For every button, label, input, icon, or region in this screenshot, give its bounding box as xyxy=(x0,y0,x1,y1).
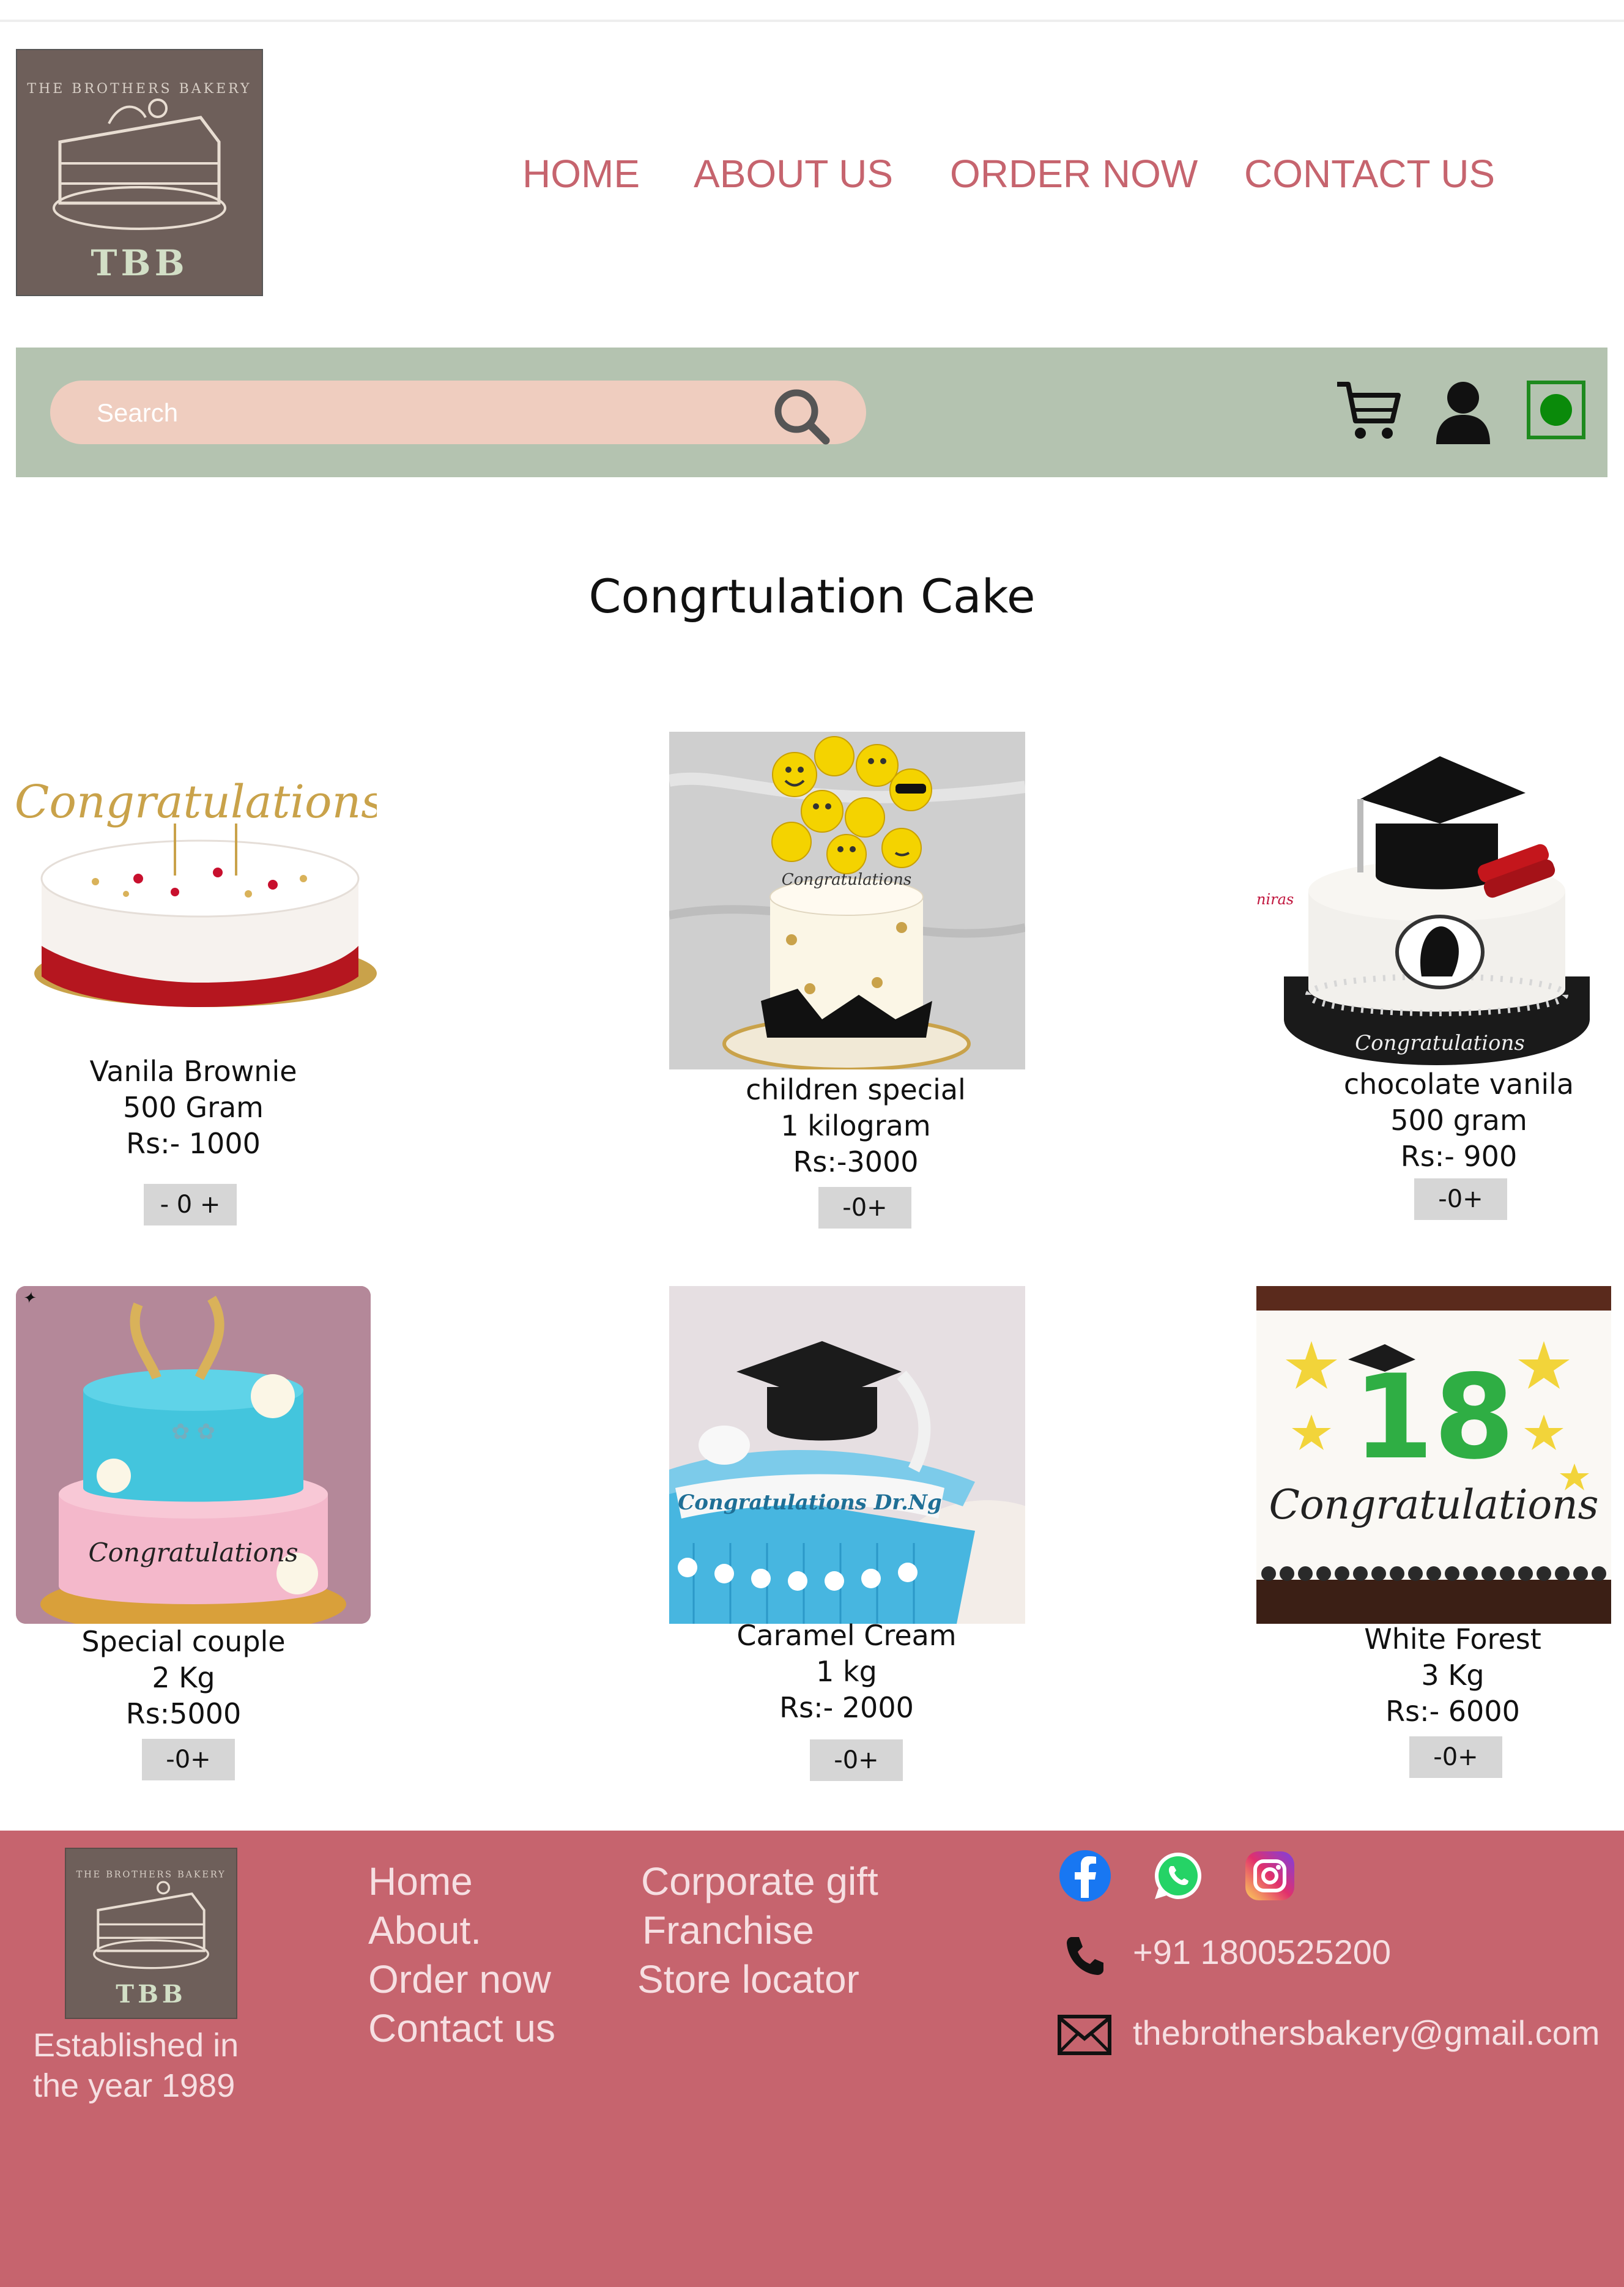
svg-text:Congratulations: Congratulations xyxy=(1355,1031,1525,1055)
svg-text:Congratulations: Congratulations xyxy=(1269,1481,1598,1528)
product-info-chocolate-vanila: chocolate vanila 500 gram Rs:- 900 xyxy=(1278,1066,1624,1175)
search-icon[interactable] xyxy=(771,385,832,447)
product-price: Rs:- 6000 xyxy=(1385,1695,1520,1728)
svg-text:✿ ✿: ✿ ✿ xyxy=(171,1419,215,1445)
product-image-children-special[interactable]: Congratulations xyxy=(669,732,1025,1069)
footer-link-home[interactable]: Home xyxy=(368,1859,473,1904)
product-image-white-forest[interactable]: 18 Congratulations xyxy=(1256,1286,1611,1624)
search-input[interactable] xyxy=(95,394,758,432)
user-account-icon[interactable] xyxy=(1434,381,1492,444)
veg-indicator-icon[interactable] xyxy=(1527,381,1585,439)
svg-text:Congratulations: Congratulations xyxy=(16,776,377,828)
logo-text: TBB xyxy=(91,242,188,284)
product-name: Special couple xyxy=(81,1625,286,1658)
product-price: Rs:- 2000 xyxy=(779,1691,914,1724)
footer-cake-slice-logo-icon: THE BROTHERS BAKERY xyxy=(76,1870,226,1969)
cake-slice-logo-icon: THE BROTHERS BAKERY xyxy=(27,81,251,230)
product-name: children special xyxy=(746,1073,966,1106)
footer-link-about[interactable]: About. xyxy=(368,1908,481,1953)
product-weight: 2 Kg xyxy=(152,1661,215,1694)
product-image-chocolate-vanila[interactable]: niras Congratulations xyxy=(1256,732,1611,1069)
product-weight: 500 gram xyxy=(1390,1104,1527,1137)
product-info-caramel-cream: Caramel Cream 1 kg Rs:- 2000 xyxy=(669,1618,1024,1726)
product-image-vanila-brownie[interactable]: Congratulations xyxy=(16,732,377,1068)
search-toolbar xyxy=(16,348,1607,477)
product-name: chocolate vanila xyxy=(1343,1068,1574,1101)
svg-text:THE BROTHERS BAKERY: THE BROTHERS BAKERY xyxy=(76,1870,226,1880)
footer: THE BROTHERS BAKERY TBB Established in t… xyxy=(0,1831,1624,2287)
nav-home[interactable]: HOME xyxy=(522,149,640,198)
brand-logo[interactable]: THE BROTHERS BAKERY TBB xyxy=(16,49,263,296)
svg-text:✦: ✦ xyxy=(22,1289,37,1307)
product-info-vanila-brownie: Vanila Brownie 500 Gram Rs:- 1000 xyxy=(16,1054,371,1162)
quantity-stepper[interactable]: -0+ xyxy=(810,1739,903,1781)
whatsapp-icon[interactable] xyxy=(1151,1849,1205,1903)
cart-icon[interactable] xyxy=(1335,377,1402,444)
product-price: Rs:5000 xyxy=(125,1697,242,1730)
email-address[interactable]: thebrothersbakery@gmail.com xyxy=(1133,2013,1622,2053)
quantity-stepper[interactable]: -0+ xyxy=(1414,1178,1507,1220)
product-name: White Forest xyxy=(1364,1623,1541,1656)
top-border xyxy=(0,0,1624,22)
quantity-stepper[interactable]: -0+ xyxy=(142,1739,235,1780)
footer-link-franchise[interactable]: Franchise xyxy=(642,1908,814,1953)
product-weight: 500 Gram xyxy=(123,1091,264,1124)
product-weight: 3 Kg xyxy=(1421,1659,1485,1692)
product-price: Rs:- 900 xyxy=(1400,1140,1518,1173)
phone-number[interactable]: +91 1800525200 xyxy=(1133,1932,1391,1972)
page-title: Congrtulation Cake xyxy=(588,569,1036,623)
product-info-children-special: children special 1 kilogram Rs:-3000 xyxy=(669,1072,1042,1180)
product-image-special-couple[interactable]: ✿ ✿ Congratulations ✦ xyxy=(16,1286,371,1624)
footer-link-corporate-gift[interactable]: Corporate gift xyxy=(641,1859,878,1904)
product-image-caramel-cream[interactable]: Congratulations Dr.Ng xyxy=(669,1286,1025,1624)
product-weight: 1 kilogram xyxy=(780,1109,931,1142)
footer-logo[interactable]: THE BROTHERS BAKERY TBB xyxy=(65,1848,237,2019)
product-price: Rs:-3000 xyxy=(793,1145,919,1178)
product-name: Vanila Brownie xyxy=(89,1055,297,1088)
nav-contact-us[interactable]: CONTACT US xyxy=(1244,149,1495,198)
established-text: Established in the year 1989 xyxy=(33,2027,239,2104)
footer-link-store-locator[interactable]: Store locator xyxy=(637,1957,859,2002)
quantity-stepper[interactable]: -0+ xyxy=(818,1187,911,1229)
nav-order-now[interactable]: ORDER NOW xyxy=(950,149,1198,198)
nav-about-us[interactable]: ABOUT US xyxy=(694,149,893,198)
footer-link-order-now[interactable]: Order now xyxy=(368,1957,551,2002)
facebook-icon[interactable] xyxy=(1058,1849,1112,1903)
svg-text:Congratulations Dr.Ng: Congratulations Dr.Ng xyxy=(678,1490,942,1515)
svg-text:niras: niras xyxy=(1256,891,1294,908)
phone-icon xyxy=(1067,1937,1103,1975)
email-icon xyxy=(1058,2015,1111,2055)
quantity-stepper[interactable]: -0+ xyxy=(1409,1736,1502,1778)
svg-text:THE BROTHERS BAKERY: THE BROTHERS BAKERY xyxy=(27,81,251,97)
svg-text:Congratulations: Congratulations xyxy=(88,1538,298,1567)
product-price: Rs:- 1000 xyxy=(126,1127,261,1160)
product-weight: 1 kg xyxy=(816,1655,877,1688)
instagram-icon[interactable] xyxy=(1243,1849,1297,1903)
quantity-stepper[interactable]: - 0 + xyxy=(144,1184,237,1225)
product-info-white-forest: White Forest 3 Kg Rs:- 6000 xyxy=(1272,1621,1624,1730)
product-name: Caramel Cream xyxy=(736,1619,957,1652)
veg-dot xyxy=(1540,394,1572,426)
product-info-special-couple: Special couple 2 Kg Rs:5000 xyxy=(6,1624,361,1732)
footer-logo-text: TBB xyxy=(116,1980,187,2009)
svg-text:18: 18 xyxy=(1353,1350,1515,1485)
footer-link-contact-us[interactable]: Contact us xyxy=(368,2006,555,2051)
search-field xyxy=(50,381,866,447)
